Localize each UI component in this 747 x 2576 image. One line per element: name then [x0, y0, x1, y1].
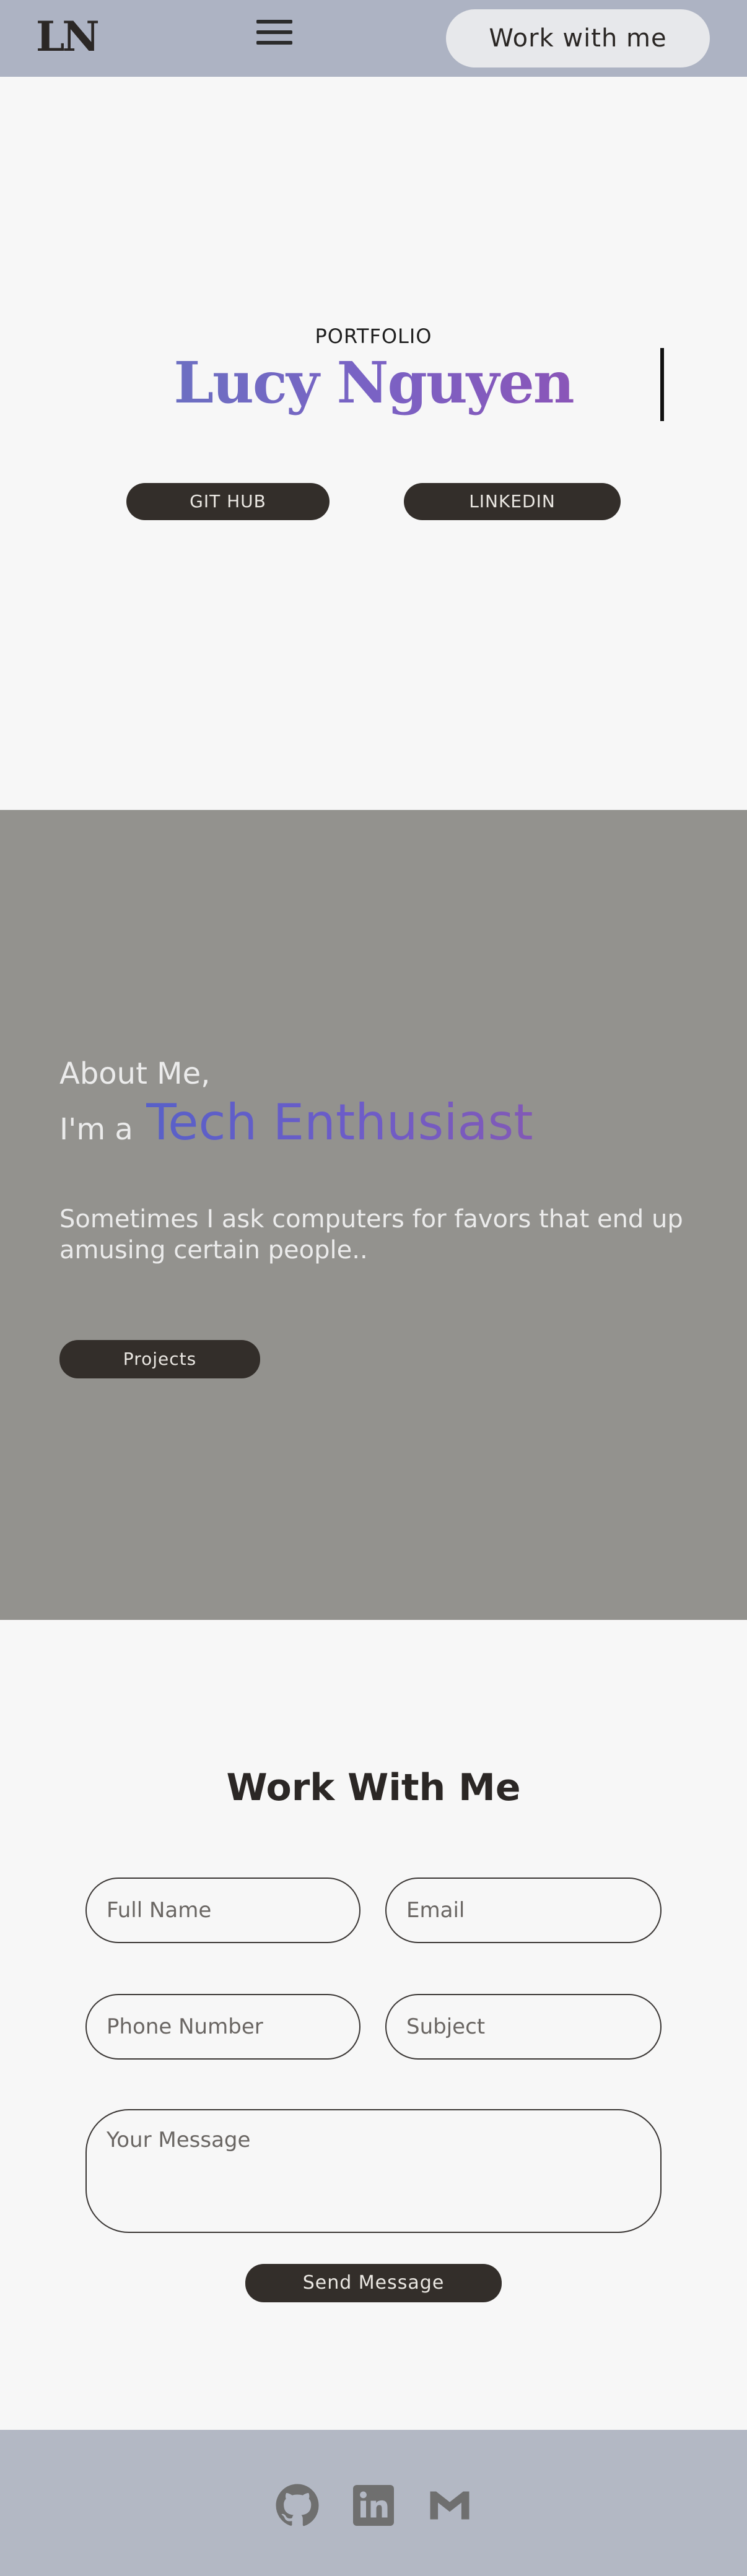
about-role-text: Tech Enthusiast: [146, 1094, 533, 1151]
phone-number-field[interactable]: [85, 1994, 360, 2060]
about-title: About Me,: [59, 1056, 211, 1091]
about-section: About Me, I'm a Tech Enthusiast Sometime…: [0, 810, 747, 1620]
hamburger-menu-icon[interactable]: [256, 20, 294, 48]
contact-section: Work With Me Send Message: [0, 1620, 747, 2430]
email-field[interactable]: [385, 1878, 662, 1943]
send-message-button[interactable]: Send Message: [245, 2264, 502, 2302]
hero-eyebrow: PORTFOLIO: [315, 324, 432, 348]
site-footer: [0, 2430, 747, 2576]
about-role: Tech Enthusiast: [146, 1094, 533, 1151]
hero-section: PORTFOLIO Lucy Nguyen GIT HUB LINKEDIN: [0, 77, 747, 810]
about-prefix: I'm a: [59, 1112, 133, 1147]
hero-name-text: Lucy Nguyen: [173, 349, 574, 416]
work-with-me-button[interactable]: Work with me: [446, 9, 710, 67]
github-button[interactable]: GIT HUB: [126, 483, 330, 520]
site-header: LN Work with me: [0, 0, 747, 77]
linkedin-button[interactable]: LINKEDIN: [404, 483, 621, 520]
contact-title: Work With Me: [226, 1766, 521, 1809]
github-icon[interactable]: [275, 2483, 320, 2528]
linkedin-icon[interactable]: [351, 2483, 396, 2528]
typing-cursor: [660, 348, 664, 421]
site-logo[interactable]: LN: [36, 12, 100, 61]
message-field[interactable]: [85, 2109, 662, 2233]
projects-button[interactable]: Projects: [59, 1340, 260, 1378]
gmail-icon[interactable]: [427, 2483, 472, 2528]
hero-name: Lucy Nguyen: [0, 349, 747, 416]
full-name-field[interactable]: [85, 1878, 360, 1943]
about-description: Sometimes I ask computers for favors tha…: [59, 1205, 683, 1264]
subject-field[interactable]: [385, 1994, 662, 2060]
